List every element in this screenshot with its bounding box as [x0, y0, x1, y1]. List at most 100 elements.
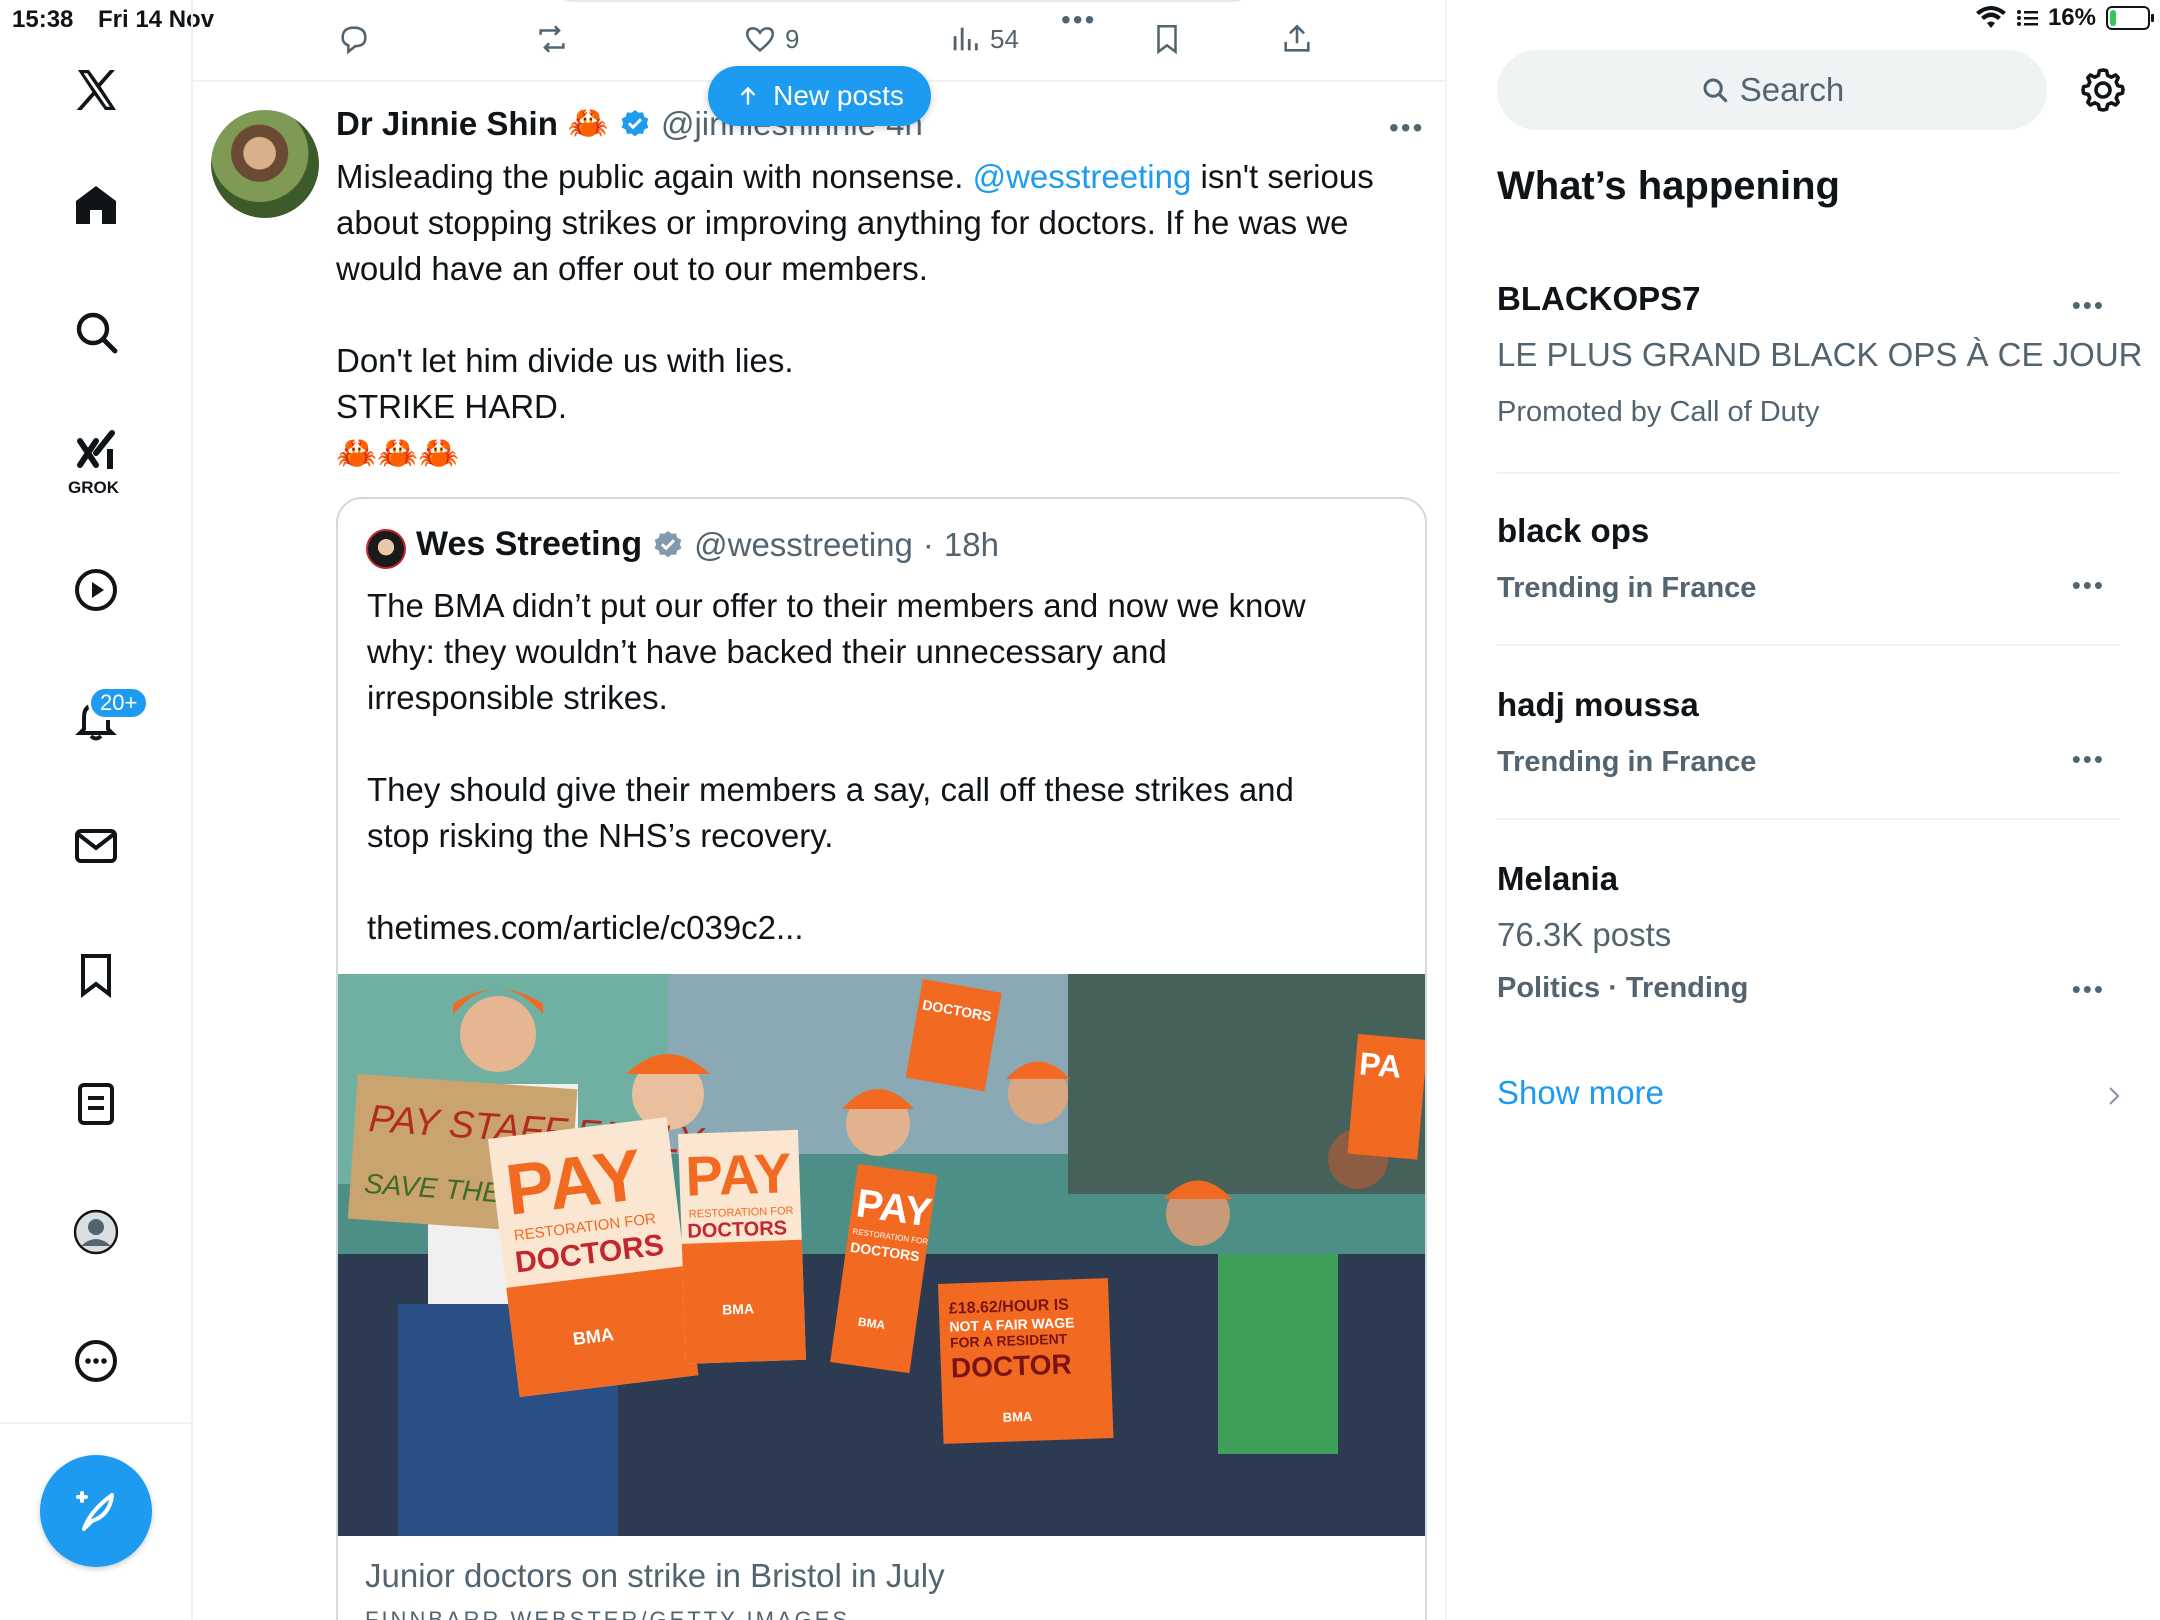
- top-more-dots-label: •••: [1061, 4, 1097, 35]
- quoted-line-1: The BMA didn’t put our offer to their me…: [367, 587, 1306, 624]
- pay-sign-2-bma: BMA: [722, 1300, 754, 1317]
- trend-meta: Trending in France: [1497, 572, 1757, 604]
- trend-name: Melania: [1497, 860, 1619, 897]
- trend-meta: Trending in France: [1497, 746, 1757, 778]
- post-line-1-post: isn't serious: [1191, 158, 1374, 195]
- post-author-name[interactable]: Dr Jinnie Shin: [336, 105, 558, 143]
- photo-sign-wage: £18.62/HOUR IS NOT A FAIR WAGE FOR A RES…: [938, 1278, 1114, 1444]
- bookmarks-icon[interactable]: [61, 940, 131, 1010]
- photo-person-1: [460, 996, 536, 1072]
- post-text: Misleading the public again with nonsens…: [336, 154, 1426, 476]
- bookmark-button[interactable]: [1150, 22, 1184, 56]
- chevron-right-icon[interactable]: [2103, 1082, 2125, 1110]
- wage-sign-bma: BMA: [1002, 1409, 1033, 1425]
- messages-envelope-icon[interactable]: [61, 811, 131, 881]
- top-more-dots[interactable]: •••: [1061, 4, 1096, 36]
- post-blank-line: [336, 292, 1426, 338]
- trend-item-promoted[interactable]: BLACKOPS7 LE PLUS GRAND BLACK OPS À CE J…: [1497, 280, 2143, 474]
- repost-button[interactable]: [535, 22, 569, 56]
- whats-happening-title: What’s happening: [1497, 164, 1840, 208]
- show-more-link[interactable]: Show more: [1497, 1074, 1664, 1112]
- compose-post-button[interactable]: [40, 1455, 152, 1567]
- share-button[interactable]: [1280, 22, 1314, 56]
- quoted-author-avatar[interactable]: [366, 529, 406, 569]
- trend-more-button[interactable]: •••: [2072, 290, 2105, 321]
- post-line-4: Don't let him divide us with lies.: [336, 342, 794, 379]
- quoted-line-2: why: they wouldn’t have backed their unn…: [367, 633, 1167, 670]
- new-posts-button[interactable]: New posts: [708, 66, 931, 126]
- repost-icon: [539, 25, 565, 53]
- quoted-author-name[interactable]: Wes Streeting: [416, 525, 642, 564]
- quoted-author-handle[interactable]: @wesstreeting: [694, 526, 913, 564]
- like-button[interactable]: 9: [743, 22, 799, 56]
- post-author-emoji: 🦀: [567, 104, 609, 141]
- views-button[interactable]: 54: [948, 22, 1019, 56]
- mention-link[interactable]: @wesstreeting: [973, 158, 1192, 195]
- post-line-6: 🦀🦀🦀: [336, 434, 460, 471]
- share-upload-icon: [1284, 24, 1310, 52]
- post-more-button[interactable]: •••: [1389, 112, 1424, 144]
- trend-more-button[interactable]: •••: [2072, 744, 2105, 775]
- arrow-up-icon: [740, 86, 756, 105]
- x-logo-icon[interactable]: [61, 55, 131, 125]
- trend-name: black ops: [1497, 512, 1650, 549]
- wage-sign-line-4: DOCTOR: [950, 1348, 1072, 1383]
- nav-divider: [0, 1422, 193, 1424]
- post-line-1: Misleading the public again with nonsens…: [336, 154, 1426, 200]
- quoted-blank-line-2: [367, 859, 1407, 905]
- quoted-line-4: They should give their members a say, ca…: [367, 771, 1294, 808]
- bookmark-icon: [1157, 24, 1177, 55]
- more-options-icon[interactable]: [61, 1326, 131, 1396]
- trend-meta: Promoted by Call of Duty: [1497, 396, 1820, 428]
- quoted-link[interactable]: thetimes.com/article/c039c2...: [367, 905, 1407, 951]
- trend-item[interactable]: hadj moussa Trending in France •••: [1497, 686, 2119, 820]
- quoted-post-card[interactable]: Wes Streeting @wesstreeting · 18h The BM…: [336, 497, 1427, 1620]
- photo-green-top: [1218, 1254, 1338, 1454]
- x-logo: [76, 70, 116, 110]
- trend-name: hadj moussa: [1497, 686, 1699, 723]
- main-timeline: 9 54 ••• New posts Dr Jinnie Shin 🦀 @jin…: [193, 0, 1447, 1620]
- trend-name: BLACKOPS7: [1497, 280, 1701, 317]
- new-posts-label: New posts: [773, 80, 904, 111]
- quoted-line-3: irresponsible strikes.: [367, 679, 668, 716]
- trend-meta: Politics · Trending: [1497, 972, 1749, 1004]
- trend-item[interactable]: black ops Trending in France •••: [1497, 512, 2119, 646]
- article-photo[interactable]: PAY STAFF FAIRLY SAVE THE NHS PAY RESTOR…: [338, 974, 1425, 1536]
- trend-more-button[interactable]: •••: [2072, 974, 2105, 1005]
- trend-item[interactable]: Melania 76.3K posts Politics · Trending …: [1497, 860, 2119, 1030]
- settings-gear-icon[interactable]: [2079, 66, 2127, 114]
- grok-label: GROK: [68, 478, 119, 497]
- post-author-avatar[interactable]: [211, 110, 319, 218]
- previous-post-card-edge: [553, 0, 1253, 2]
- video-play-icon[interactable]: [61, 555, 131, 625]
- trend-more-button[interactable]: •••: [2072, 570, 2105, 601]
- verified-gray-badge-icon: [654, 530, 682, 557]
- pay-sign-2-title: PAY: [684, 1141, 792, 1208]
- photo-sign-top: DOCTORS: [905, 979, 1002, 1092]
- profile-avatar-icon[interactable]: [61, 1197, 131, 1267]
- right-sidebar: Search What’s happening BLACKOPS7 LE PLU…: [1449, 0, 2160, 1620]
- heart-icon: [745, 27, 775, 52]
- notification-badge: 20+: [88, 686, 150, 720]
- search-input[interactable]: Search: [1497, 50, 2047, 130]
- home-icon[interactable]: [61, 170, 131, 240]
- like-count: 9: [785, 23, 800, 54]
- lists-icon[interactable]: [61, 1069, 131, 1139]
- quoted-post-time[interactable]: 18h: [944, 526, 999, 564]
- post-line-2: about stopping strikes or improving anyt…: [336, 204, 1349, 241]
- view-count: 54: [990, 23, 1019, 54]
- verified-badge-icon: [621, 109, 649, 136]
- quoted-separator: ·: [922, 525, 934, 563]
- reply-icon: [341, 26, 367, 55]
- views-chart-icon: [953, 27, 978, 51]
- reply-button[interactable]: [337, 22, 371, 56]
- compose-feather-icon: [76, 1491, 114, 1531]
- trend-line: 76.3K posts: [1497, 916, 1672, 953]
- protest-photo-illustration: PAY STAFF FAIRLY SAVE THE NHS PAY RESTOR…: [338, 974, 1425, 1536]
- post-line-3: would have an offer out to our members.: [336, 250, 928, 287]
- pay-sign-2-doctors: DOCTORS: [687, 1217, 787, 1242]
- post-line-5: STRIKE HARD.: [336, 388, 568, 425]
- search-icon[interactable]: [61, 297, 131, 367]
- right-sign-text: PA: [1358, 1045, 1403, 1085]
- image-credit: FINNBARR WEBSTER/GETTY IMAGES: [365, 1607, 851, 1620]
